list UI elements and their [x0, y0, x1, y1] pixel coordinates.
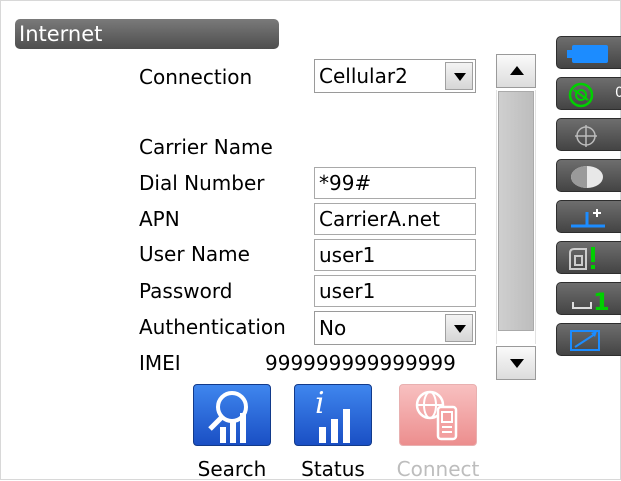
target-value-peek: 0 [615, 85, 621, 101]
window-title: Internet [15, 19, 279, 49]
dial-number-field[interactable]: *99# [314, 167, 476, 199]
height-status-button[interactable]: 1 [556, 282, 621, 315]
password-label: Password [139, 279, 233, 303]
edit-status-button[interactable] [556, 323, 621, 356]
globe-device-icon [415, 390, 458, 441]
status-label: Status [301, 457, 365, 481]
connection-label: Connection [139, 65, 253, 89]
internet-settings-screen: Internet Connection Cellular2 Carrier Na… [0, 0, 621, 481]
imei-label: IMEI [139, 351, 181, 375]
edit-icon [570, 330, 600, 351]
target-icon [568, 82, 594, 108]
user-name-field[interactable]: user1 [314, 239, 476, 271]
half-circle-icon [571, 166, 603, 188]
height-one-icon: 1 [572, 288, 610, 313]
search-label: Search [197, 457, 267, 481]
tilt-status-button[interactable] [556, 200, 621, 233]
svg-text:i: i [315, 386, 325, 421]
apn-field[interactable]: CarrierA.net [314, 203, 476, 235]
vertical-scrollbar[interactable] [496, 54, 536, 380]
imei-value: 999999999999999 [265, 351, 456, 375]
connect-label: Connect [396, 457, 480, 481]
connect-button[interactable] [399, 384, 477, 446]
authentication-value: No [319, 316, 347, 340]
carrier-name-label: Carrier Name [139, 135, 273, 159]
connection-value: Cellular2 [319, 64, 408, 88]
scroll-thumb[interactable] [498, 91, 534, 331]
face-status-button[interactable] [556, 159, 621, 192]
crosshair-icon [575, 125, 597, 147]
prism-status-button[interactable] [556, 241, 621, 274]
chevron-down-icon[interactable] [445, 314, 473, 342]
scroll-up-button[interactable] [496, 54, 536, 88]
crosshair-status-button[interactable] [556, 118, 621, 151]
apn-label: APN [139, 207, 180, 231]
status-button[interactable]: i [294, 384, 372, 446]
info-chart-icon: i [315, 386, 350, 443]
search-chart-icon [208, 391, 248, 443]
authentication-label: Authentication [139, 315, 286, 339]
chevron-down-icon[interactable] [445, 62, 473, 90]
prism-icon [569, 247, 595, 270]
battery-status-button[interactable] [556, 36, 621, 69]
search-button[interactable] [193, 384, 271, 446]
authentication-select[interactable]: No [314, 311, 476, 345]
svg-text:1: 1 [593, 288, 610, 313]
tilt-plus-icon [571, 209, 605, 228]
dial-number-label: Dial Number [139, 171, 265, 195]
connection-select[interactable]: Cellular2 [314, 59, 476, 93]
scroll-down-button[interactable] [496, 346, 536, 380]
target-status-button[interactable]: 0 [556, 77, 621, 110]
password-field[interactable]: user1 [314, 275, 476, 307]
user-name-label: User Name [139, 242, 250, 266]
battery-icon [567, 45, 608, 63]
